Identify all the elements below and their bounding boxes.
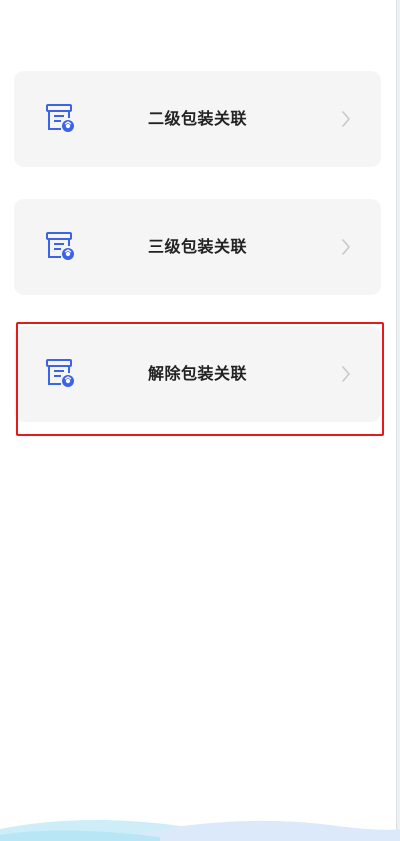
menu-list: 二级包装关联 三级包装关联 解除包装关联 bbox=[0, 0, 400, 841]
menu-item-tertiary-package-link[interactable]: 三级包装关联 bbox=[14, 199, 381, 295]
menu-item-secondary-package-link[interactable]: 二级包装关联 bbox=[14, 71, 381, 167]
window-edge bbox=[396, 0, 400, 841]
menu-item-unlink-package[interactable]: 解除包装关联 bbox=[14, 326, 381, 422]
menu-item-label: 二级包装关联 bbox=[147, 109, 247, 128]
chevron-right-icon bbox=[341, 110, 351, 128]
menu-item-label: 三级包装关联 bbox=[147, 237, 247, 256]
chevron-right-icon bbox=[341, 238, 351, 256]
chevron-right-icon bbox=[341, 365, 351, 383]
menu-item-label: 解除包装关联 bbox=[147, 364, 247, 383]
decorative-wave-footer bbox=[0, 811, 400, 841]
